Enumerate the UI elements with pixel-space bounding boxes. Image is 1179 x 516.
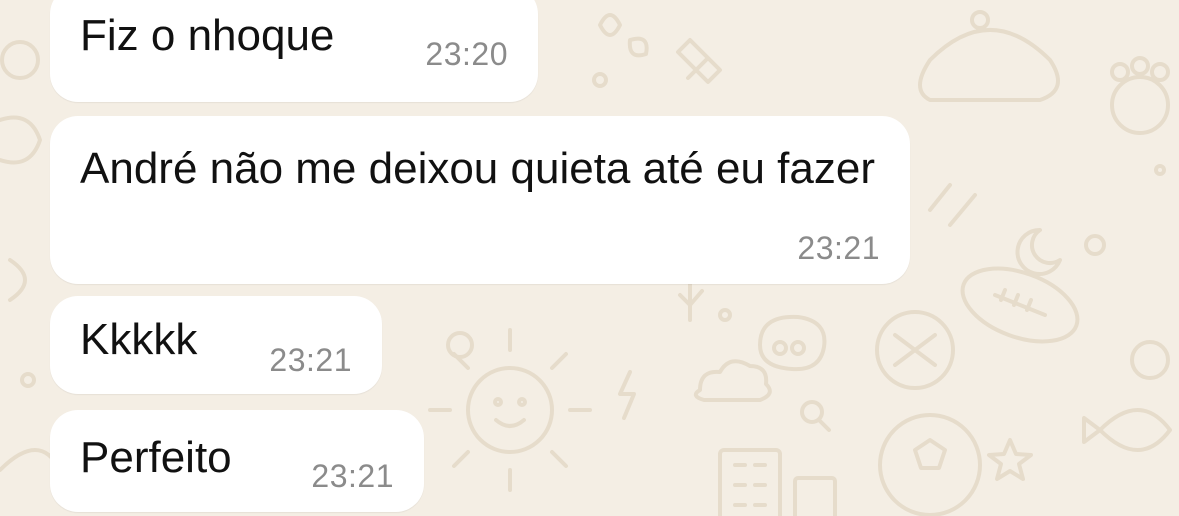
chat-messages-area[interactable]: Fiz o nhoque 23:20 André não me deixou q…: [0, 0, 1179, 516]
message-text: Perfeito: [80, 433, 232, 482]
message-bubble[interactable]: Perfeito 23:21: [50, 410, 424, 512]
message-timestamp: 23:21: [311, 458, 394, 494]
message-bubble[interactable]: Kkkkk 23:21: [50, 296, 382, 394]
message-timestamp: 23:21: [797, 230, 880, 266]
message-text: Fiz o nhoque: [80, 11, 335, 60]
message-timestamp: 23:21: [269, 342, 352, 378]
message-bubble[interactable]: Fiz o nhoque 23:20: [50, 0, 538, 102]
message-text: Kkkkk: [80, 315, 198, 364]
message-timestamp: 23:20: [425, 36, 508, 72]
message-bubble[interactable]: André não me deixou quieta até eu fazer …: [50, 116, 910, 284]
message-text: André não me deixou quieta até eu fazer: [80, 144, 875, 193]
